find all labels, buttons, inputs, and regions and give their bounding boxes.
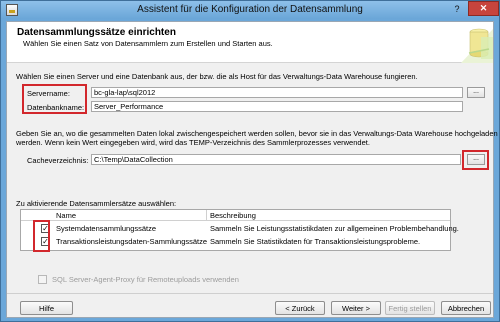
collection-sets-label: Zu aktivierende Datensammlersätze auswäh… bbox=[16, 199, 177, 208]
cancel-button[interactable]: Abbrechen bbox=[441, 301, 491, 315]
proxy-checkbox[interactable] bbox=[38, 275, 47, 284]
server-browse-button[interactable]: ... bbox=[467, 87, 485, 98]
header-band: Datensammlungssätze einrichten Wählen Si… bbox=[7, 22, 493, 63]
footer-separator bbox=[7, 293, 493, 294]
row-description: Sammeln Sie Leistungsstatistikdaten zur … bbox=[210, 224, 459, 233]
row-name: Systemdatensammlungssätze bbox=[56, 224, 157, 233]
help-titlebar-button[interactable]: ? bbox=[446, 1, 468, 16]
table-row[interactable]: ✓ Transaktionsleistungsdaten-Sammlungssä… bbox=[21, 235, 450, 248]
cache-instruction-line2: werden. Wenn kein Wert eingegeben wird, … bbox=[16, 138, 370, 147]
wizard-window: Assistent für die Konfiguration der Date… bbox=[0, 0, 500, 322]
cache-instruction-line1: Geben Sie an, wo die gesammelten Daten l… bbox=[16, 129, 498, 138]
database-name-field[interactable]: Server_Performance bbox=[91, 101, 463, 112]
page-subtitle: Wählen Sie einen Satz von Datensammlern … bbox=[23, 39, 273, 48]
back-button[interactable]: < Zurück bbox=[275, 301, 325, 315]
server-name-field[interactable]: bc-gla-lap\sql2012 bbox=[91, 87, 463, 98]
finish-button[interactable]: Fertig stellen bbox=[385, 301, 435, 315]
server-instruction: Wählen Sie einen Server und eine Datenba… bbox=[16, 72, 418, 81]
help-button[interactable]: Hilfe bbox=[20, 301, 73, 315]
database-graphic-icon bbox=[461, 28, 493, 63]
cache-directory-label: Cacheverzeichnis: bbox=[27, 156, 89, 165]
row-description: Sammeln Sie Statistikdaten für Transakti… bbox=[210, 237, 421, 246]
close-button[interactable]: ✕ bbox=[468, 1, 499, 16]
column-header-description[interactable]: Beschreibung bbox=[210, 211, 256, 220]
title-bar[interactable]: Assistent für die Konfiguration der Date… bbox=[1, 1, 499, 19]
table-header-row: Name Beschreibung bbox=[21, 210, 450, 221]
row-name: Transaktionsleistungsdaten-Sammlungssätz… bbox=[56, 237, 208, 246]
wizard-body: Datensammlungssätze einrichten Wählen Si… bbox=[6, 21, 498, 318]
next-button[interactable]: Weiter > bbox=[331, 301, 381, 315]
column-divider bbox=[206, 210, 207, 221]
proxy-option-label: SQL Server-Agent-Proxy für Remoteuploads… bbox=[52, 275, 239, 284]
column-header-name[interactable]: Name bbox=[56, 211, 76, 220]
collection-sets-table: Name Beschreibung ✓ Systemdatensammlungs… bbox=[20, 209, 459, 251]
page-title: Datensammlungssätze einrichten bbox=[17, 27, 176, 38]
cache-directory-field[interactable]: C:\Temp\DataCollection bbox=[91, 154, 461, 165]
window-title: Assistent für die Konfiguration der Date… bbox=[137, 4, 363, 15]
browse-highlight-box bbox=[462, 150, 489, 170]
table-row[interactable]: ✓ Systemdatensammlungssätze Sammeln Sie … bbox=[21, 222, 459, 235]
labels-highlight-box bbox=[22, 84, 87, 114]
checkbox-highlight-box bbox=[33, 220, 50, 252]
